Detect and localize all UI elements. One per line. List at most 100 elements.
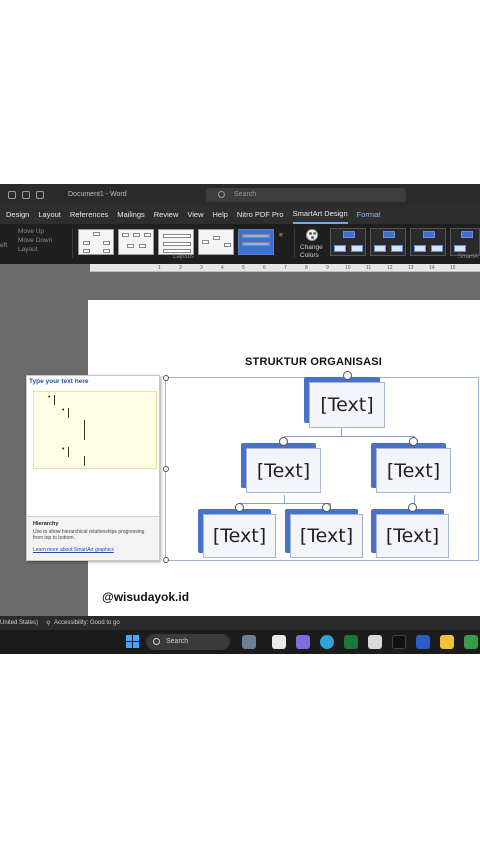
tab-format[interactable]: Format [357,206,381,224]
edge-browser-icon[interactable] [320,635,334,649]
layout-thumb-2[interactable] [118,229,154,255]
ruler-tick: 13 [408,265,414,271]
undo-icon[interactable] [36,191,44,199]
layout-thumb-3[interactable] [158,229,194,255]
ruler-tick: 2 [179,265,182,271]
bullet-level-2[interactable]: • [62,446,64,453]
org-node-bottom-3[interactable]: [Text] [371,503,449,558]
change-colors-label[interactable]: Colors [300,252,319,259]
rotate-handle-icon[interactable] [408,503,417,512]
taskbar-search-label: Search [166,638,189,645]
org-node-mid-left[interactable]: [Text] [241,437,321,493]
org-node-top[interactable]: [Text] [304,371,385,428]
palette-icon [304,228,320,242]
bullet-level-2[interactable]: • [62,407,64,414]
app-icon[interactable] [464,635,478,649]
task-view-icon[interactable] [272,635,286,649]
ruler-tick: 5 [242,265,245,271]
tab-review[interactable]: Review [154,206,179,224]
smartart-style-1[interactable] [330,228,366,256]
autosave-icon[interactable] [8,191,16,199]
ruler-tick: 1 [158,265,161,271]
tab-design[interactable]: Design [6,206,29,224]
org-node-text[interactable]: [Text] [246,448,321,493]
text-cursor [68,408,69,418]
layout-thumb-hierarchy[interactable] [238,229,274,255]
ruler-tick: 6 [263,265,266,271]
learn-more-link[interactable]: Learn more about SmartArt graphics [33,547,114,553]
ribbon-separator-2 [294,228,295,258]
move-down-button[interactable]: Move Down [18,237,52,244]
org-node-text[interactable]: [Text] [203,514,276,558]
status-bar: United States) ⚲ Accessibility: Good to … [0,616,480,630]
title-search-input[interactable]: Search [206,188,406,202]
accessibility-status[interactable]: Accessibility: Good to go [54,620,120,626]
ruler-tick: 14 [429,265,435,271]
text-cursor [84,456,85,466]
smartart-style-4[interactable] [450,228,480,256]
resize-handle[interactable] [163,466,169,472]
smartart-style-2[interactable] [370,228,406,256]
org-node-bottom-2[interactable]: [Text] [285,503,363,558]
layout-thumb-1[interactable] [78,229,114,255]
document-heading[interactable]: STRUKTUR ORGANISASI [245,356,382,368]
excel-icon[interactable] [344,635,358,649]
widgets-icon[interactable] [242,635,256,649]
org-node-mid-right[interactable]: [Text] [371,437,451,493]
bullet-level-1[interactable]: • [48,394,50,401]
file-explorer-icon[interactable] [440,635,454,649]
windows-start-icon[interactable] [126,635,140,649]
layout-thumb-4[interactable] [198,229,234,255]
tiktok-icon[interactable] [392,635,406,649]
taskbar-search-input[interactable]: Search [146,634,230,650]
rotate-handle-icon[interactable] [409,437,418,446]
rotate-handle-icon[interactable] [343,371,352,380]
text-pane-title: Type your text here [29,378,89,385]
tab-view[interactable]: View [187,206,203,224]
ribbon-separator [72,228,73,258]
language-status[interactable]: United States) [0,620,38,626]
text-cursor [54,395,55,405]
layouts-more-icon[interactable]: ≡ [279,232,283,239]
smartart-text-pane[interactable]: Type your text here • • • Hierarchy Use … [26,375,160,561]
layout-name: Hierarchy [33,521,59,527]
rotate-handle-icon[interactable] [279,437,288,446]
capcut-icon[interactable] [368,635,382,649]
layout-dropdown[interactable]: Layout [18,246,38,253]
ruler-tick: 9 [326,265,329,271]
rotate-handle-icon[interactable] [235,503,244,512]
org-node-bottom-1[interactable]: [Text] [198,503,276,558]
connector-line [284,495,285,503]
tab-mailings[interactable]: Mailings [117,206,145,224]
rotate-handle-icon[interactable] [322,503,331,512]
resize-handle[interactable] [163,375,169,381]
tab-help[interactable]: Help [212,206,227,224]
smartart-style-3[interactable] [410,228,446,256]
connector-line [284,436,414,437]
text-pane-list[interactable]: • • • [33,391,157,469]
ruler-tick: 4 [221,265,224,271]
search-icon [218,191,225,198]
org-node-text[interactable]: [Text] [376,514,449,558]
horizontal-ruler[interactable]: 1 2 3 4 5 6 7 8 9 10 11 12 13 14 15 [90,264,480,272]
ruler-tick: 8 [305,265,308,271]
tab-layout[interactable]: Layout [38,206,61,224]
org-node-text[interactable]: [Text] [290,514,363,558]
ruler-tick: 12 [387,265,393,271]
ruler-tick: 15 [450,265,456,271]
tab-smartart-design[interactable]: SmartArt Design [292,206,348,224]
word-icon[interactable] [416,635,430,649]
save-icon[interactable] [22,191,30,199]
tab-nitro-pdf-pro[interactable]: Nitro PDF Pro [237,206,284,224]
org-node-text[interactable]: [Text] [309,382,385,428]
resize-handle[interactable] [163,557,169,563]
ribbon-left-fragment: eft [0,242,8,249]
copilot-icon[interactable] [296,635,310,649]
move-up-button[interactable]: Move Up [18,228,44,235]
org-node-text[interactable]: [Text] [376,448,451,493]
change-colors-button[interactable]: Change [300,244,323,251]
smartart-frame[interactable]: [Text] [Text] [Text] [Text] [Text] [Text… [163,371,479,563]
tab-references[interactable]: References [70,206,108,224]
ruler-tick: 11 [366,265,372,271]
text-pane-footer: Hierarchy Use to show hierarchical relat… [27,516,159,560]
